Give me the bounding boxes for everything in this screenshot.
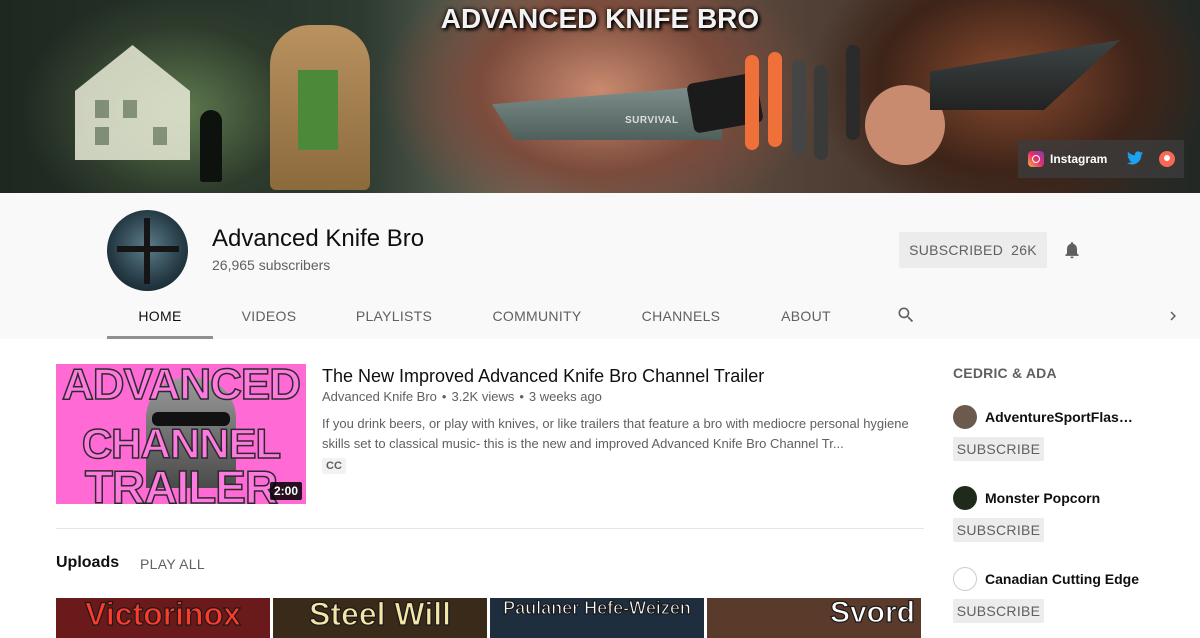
upload-thumbnail[interactable]: Victorinox [56,598,270,638]
tab-channels[interactable]: CHANNELS [630,293,732,339]
thumbnail-text: TRAILER [84,460,279,504]
featured-channel-link[interactable]: Advanced Knife Bro [322,389,437,404]
channel-tabs: HOME VIDEOS PLAYLISTS COMMUNITY CHANNELS… [0,293,1200,339]
featured-video-title[interactable]: The New Improved Advanced Knife Bro Chan… [322,366,764,387]
search-icon[interactable] [896,305,916,325]
channel-avatar[interactable] [107,210,188,291]
upload-thumbnail-text: Steel Will [308,598,451,633]
subscribe-button[interactable]: SUBSCRIBE [953,599,1044,623]
upload-thumbnail[interactable]: Svord [707,598,921,638]
bell-icon[interactable] [1062,240,1082,260]
subscribed-count: 26K [1011,242,1037,258]
subscribe-button[interactable]: SUBSCRIBE [953,518,1044,542]
upload-thumbnail-text: Victorinox [84,598,241,633]
channel-header: Advanced Knife Bro 26,965 subscribers SU… [0,193,1200,339]
tab-community[interactable]: COMMUNITY [480,293,594,339]
featured-channels-heading: CEDRIC & ADA [953,365,1057,381]
twitter-icon[interactable] [1127,150,1144,168]
play-all-button[interactable]: PLAY ALL [140,556,205,572]
instagram-link[interactable]: Instagram [1050,152,1107,166]
channel-avatar-small[interactable] [953,486,977,510]
upload-thumbnail-text: Svord [829,598,915,630]
banner-knife-stamp: SURVIVAL [625,115,679,126]
thumbnail-text: ADVANCED [61,364,302,410]
featured-channel-name[interactable]: AdventureSportFlashlights [985,409,1140,425]
subscriber-count: 26,965 subscribers [212,257,331,273]
featured-video-description: If you drink beers, or play with knives,… [322,416,909,451]
featured-video-meta: Advanced Knife Bro • 3.2K views • 3 week… [322,389,602,404]
upload-thumbnail-text: Paulaner Hefe-Weizen [503,598,692,619]
tab-home[interactable]: HOME [107,293,213,339]
channel-banner: SURVIVAL ADVANCED KNIFE BRO Instagram [0,0,1200,193]
tab-about[interactable]: ABOUT [768,293,844,339]
channel-name: Advanced Knife Bro [212,225,425,252]
tab-videos[interactable]: VIDEOS [226,293,312,339]
instagram-icon[interactable] [1028,151,1044,167]
featured-channel-name[interactable]: Canadian Cutting Edge [985,571,1140,587]
upload-thumbnail[interactable]: Steel Will [273,598,487,638]
channel-avatar-small[interactable] [953,405,977,429]
upload-thumbnail[interactable]: Paulaner Hefe-Weizen [490,598,704,638]
subscribed-label: SUBSCRIBED [909,242,1004,258]
chevron-right-icon[interactable] [1164,306,1182,326]
banner-silhouette [200,110,222,182]
featured-age: 3 weeks ago [528,389,602,404]
patreon-icon[interactable] [1159,151,1176,167]
featured-video-thumbnail[interactable]: ADVANCED CHANNEL TRAILER 2:00 [56,364,306,504]
tab-playlists[interactable]: PLAYLISTS [344,293,444,339]
duration-badge: 2:00 [269,482,302,500]
uploads-heading[interactable]: Uploads [56,554,119,572]
banner-title: ADVANCED KNIFE BRO [440,3,760,34]
featured-views: 3.2K views [451,389,515,404]
subscribe-button[interactable]: SUBSCRIBE [953,437,1044,461]
featured-channel-name[interactable]: Monster Popcorn [985,490,1140,506]
section-divider [56,528,924,529]
banner-social-links: Instagram [1018,140,1184,178]
cc-badge: CC [322,458,346,474]
channel-avatar-small[interactable] [953,567,977,591]
subscribed-button[interactable]: SUBSCRIBED 26K [899,232,1047,268]
